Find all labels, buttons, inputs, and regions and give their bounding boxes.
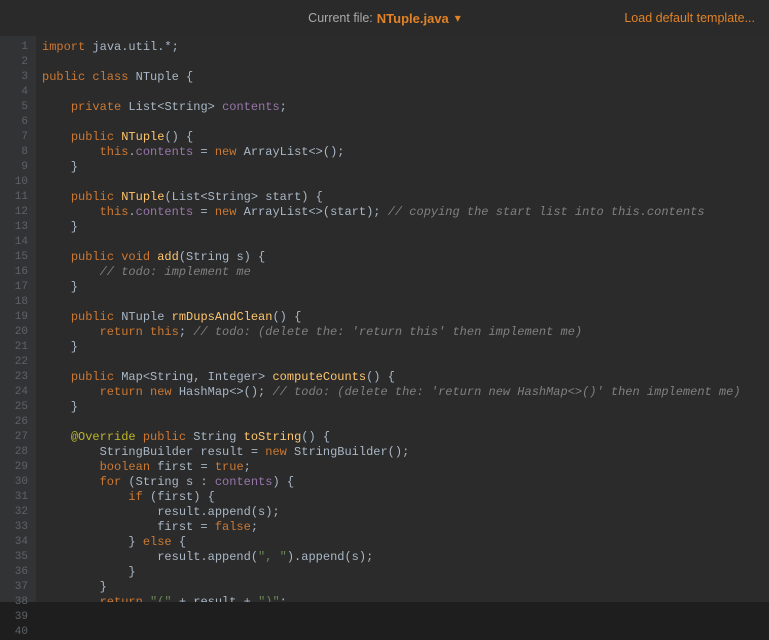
code-line[interactable]: } else { <box>42 535 769 550</box>
code-line[interactable]: // todo: implement me <box>42 265 769 280</box>
code-line[interactable]: } <box>42 400 769 415</box>
line-number: 30 <box>0 475 36 490</box>
line-number-gutter: 1234567891011121314151617181920212223242… <box>0 36 36 602</box>
line-number: 28 <box>0 445 36 460</box>
code-line[interactable]: this.contents = new ArrayList<>(); <box>42 145 769 160</box>
code-area[interactable]: import java.util.*; public class NTuple … <box>36 36 769 602</box>
code-line[interactable]: public void add(String s) { <box>42 250 769 265</box>
code-line[interactable]: @Override public String toString() { <box>42 430 769 445</box>
line-number: 25 <box>0 400 36 415</box>
editor-header: Current file: NTuple.java ▾ Load default… <box>0 0 769 36</box>
line-number: 12 <box>0 205 36 220</box>
code-line[interactable] <box>42 115 769 130</box>
code-line[interactable] <box>42 295 769 310</box>
code-line[interactable]: result.append(s); <box>42 505 769 520</box>
code-line[interactable]: first = false; <box>42 520 769 535</box>
code-line[interactable]: private List<String> contents; <box>42 100 769 115</box>
file-selector[interactable]: Current file: NTuple.java ▾ <box>308 11 461 26</box>
line-number: 8 <box>0 145 36 160</box>
code-line[interactable]: import java.util.*; <box>42 40 769 55</box>
line-number: 23 <box>0 370 36 385</box>
code-line[interactable]: } <box>42 280 769 295</box>
line-number: 26 <box>0 415 36 430</box>
code-line[interactable]: return new HashMap<>(); // todo: (delete… <box>42 385 769 400</box>
code-line[interactable] <box>42 355 769 370</box>
code-line[interactable]: if (first) { <box>42 490 769 505</box>
code-line[interactable]: } <box>42 340 769 355</box>
line-number: 40 <box>0 625 36 640</box>
line-number: 29 <box>0 460 36 475</box>
line-number: 34 <box>0 535 36 550</box>
line-number: 32 <box>0 505 36 520</box>
code-line[interactable]: boolean first = true; <box>42 460 769 475</box>
line-number: 11 <box>0 190 36 205</box>
line-number: 7 <box>0 130 36 145</box>
line-number: 6 <box>0 115 36 130</box>
code-line[interactable] <box>42 175 769 190</box>
line-number: 36 <box>0 565 36 580</box>
code-line[interactable]: this.contents = new ArrayList<>(start); … <box>42 205 769 220</box>
line-number: 22 <box>0 355 36 370</box>
current-file-label: Current file: <box>308 11 373 25</box>
line-number: 14 <box>0 235 36 250</box>
code-line[interactable]: return this; // todo: (delete the: 'retu… <box>42 325 769 340</box>
line-number: 19 <box>0 310 36 325</box>
line-number: 2 <box>0 55 36 70</box>
line-number: 33 <box>0 520 36 535</box>
code-line[interactable]: } <box>42 220 769 235</box>
load-default-template-link[interactable]: Load default template... <box>624 11 755 25</box>
line-number: 18 <box>0 295 36 310</box>
line-number: 38 <box>0 595 36 610</box>
code-line[interactable]: } <box>42 565 769 580</box>
line-number: 17 <box>0 280 36 295</box>
chevron-down-icon: ▾ <box>455 11 461 26</box>
code-line[interactable]: StringBuilder result = new StringBuilder… <box>42 445 769 460</box>
code-line[interactable] <box>42 235 769 250</box>
line-number: 21 <box>0 340 36 355</box>
line-number: 35 <box>0 550 36 565</box>
code-line[interactable] <box>42 55 769 70</box>
line-number: 13 <box>0 220 36 235</box>
line-number: 39 <box>0 610 36 625</box>
line-number: 10 <box>0 175 36 190</box>
code-line[interactable]: public NTuple(List<String> start) { <box>42 190 769 205</box>
code-line[interactable]: return "(" + result + ")"; <box>42 595 769 602</box>
code-line[interactable]: } <box>42 160 769 175</box>
code-line[interactable]: } <box>42 580 769 595</box>
line-number: 20 <box>0 325 36 340</box>
line-number: 27 <box>0 430 36 445</box>
line-number: 5 <box>0 100 36 115</box>
code-line[interactable] <box>42 415 769 430</box>
line-number: 1 <box>0 40 36 55</box>
code-line[interactable]: result.append(", ").append(s); <box>42 550 769 565</box>
line-number: 15 <box>0 250 36 265</box>
line-number: 37 <box>0 580 36 595</box>
line-number: 24 <box>0 385 36 400</box>
code-line[interactable]: public Map<String, Integer> computeCount… <box>42 370 769 385</box>
code-line[interactable] <box>42 85 769 100</box>
code-editor[interactable]: 1234567891011121314151617181920212223242… <box>0 36 769 602</box>
line-number: 31 <box>0 490 36 505</box>
line-number: 4 <box>0 85 36 100</box>
code-line[interactable]: for (String s : contents) { <box>42 475 769 490</box>
line-number: 16 <box>0 265 36 280</box>
code-line[interactable]: public NTuple() { <box>42 130 769 145</box>
current-file-name: NTuple.java <box>377 11 449 26</box>
line-number: 3 <box>0 70 36 85</box>
code-line[interactable]: public class NTuple { <box>42 70 769 85</box>
line-number: 9 <box>0 160 36 175</box>
code-line[interactable]: public NTuple rmDupsAndClean() { <box>42 310 769 325</box>
